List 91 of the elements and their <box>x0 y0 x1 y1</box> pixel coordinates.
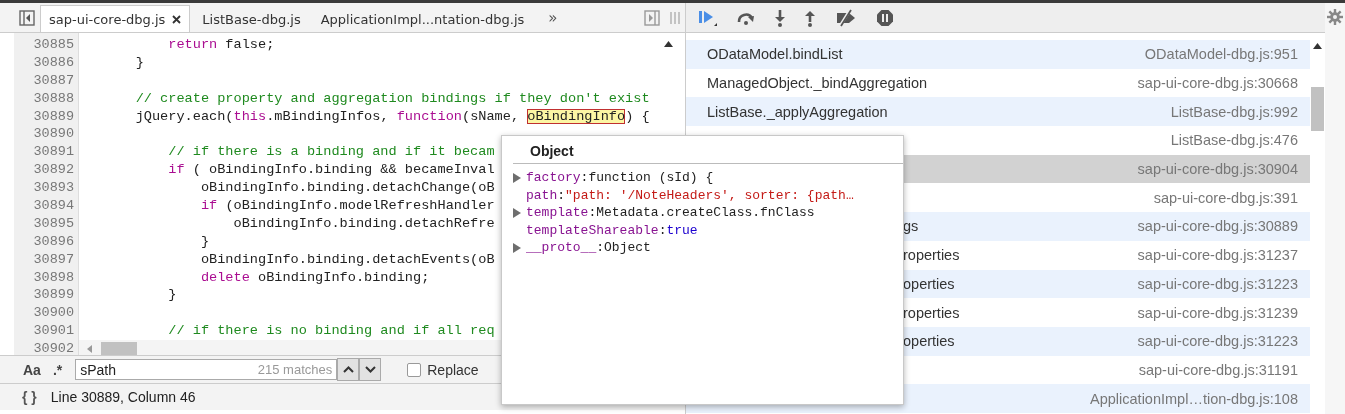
previous-match-button[interactable] <box>337 358 360 381</box>
code-line: // if there is a binding and if it becam <box>168 143 495 162</box>
code-line: if (oBindingInfo.modelRefreshHandler <box>200 197 495 215</box>
code-line: } <box>168 286 177 305</box>
close-icon[interactable] <box>172 14 182 24</box>
code-line: } <box>135 53 144 72</box>
frame-location: sap-ui-core-dbg.js:30904 <box>1137 161 1298 178</box>
frame-name: gs <box>903 218 919 235</box>
file-tab[interactable]: ListBase-dbg.js <box>194 6 309 32</box>
frame-location: sap-ui-core-dbg.js:31223 <box>1137 333 1298 350</box>
chevron-up-icon <box>342 366 354 373</box>
code-line: oBindingInfo.binding.detachChange(oB <box>200 179 495 198</box>
code-line: if ( oBindingInfo.binding && becameInval <box>168 161 495 180</box>
code-line: return false; <box>168 36 275 54</box>
expand-triangle-icon[interactable] <box>513 242 521 253</box>
call-frame[interactable]: ODataModel.bindList ODataModel-dbg.js:951 <box>686 40 1310 69</box>
code-line: oBindingInfo.binding.detachEvents(oB <box>200 250 495 269</box>
file-tab[interactable]: sap-ui-core-dbg.js <box>40 5 191 32</box>
line-number: 30886 <box>32 53 75 72</box>
sidebar-toggle-icon[interactable] <box>19 9 35 26</box>
frame-location: ListBase-dbg.js:476 <box>1170 132 1298 149</box>
match-case-toggle[interactable]: Aa <box>20 361 44 378</box>
line-number: 30891 <box>32 143 75 162</box>
expand-triangle-icon[interactable] <box>513 207 521 218</box>
scrollbar-thumb[interactable] <box>1311 87 1324 131</box>
more-tabs-button[interactable]: » <box>536 8 570 27</box>
property-entry: path:"path: '/NoteHeaders', sorter: {path… <box>526 187 854 203</box>
next-match-button[interactable] <box>359 358 382 381</box>
line-number: 30900 <box>32 304 75 323</box>
scroll-up-icon[interactable] <box>1313 43 1322 49</box>
line-number: 30885 <box>32 36 75 54</box>
frame-location: sap-ui-core-dbg.js:31223 <box>1137 275 1298 292</box>
frame-name: operties <box>903 333 955 350</box>
call-frame[interactable]: ListBase._applyAggregation ListBase-dbg.js:992 <box>686 97 1310 127</box>
settings-icon[interactable] <box>1327 7 1343 27</box>
scrollbar-thumb[interactable] <box>101 342 137 355</box>
property-entry: __proto__:Object <box>526 240 651 256</box>
line-number: 30897 <box>32 250 75 269</box>
frame-name: roperties <box>903 304 960 321</box>
code-line: // if there is no binding and if all req <box>168 322 495 341</box>
frame-location: ApplicationImpl…tion-dbg.js:108 <box>1090 390 1298 407</box>
line-number: 30892 <box>32 161 75 180</box>
match-count: 215 matches <box>257 362 333 377</box>
frame-name: roperties <box>903 247 960 264</box>
replace-checkbox[interactable] <box>407 362 422 377</box>
step-over-icon[interactable] <box>736 10 756 25</box>
search-field[interactable]: sPath 215 matches <box>75 359 338 380</box>
step-into-icon[interactable] <box>774 8 786 27</box>
frame-name: ODataModel.bindList <box>707 46 843 63</box>
file-tab[interactable]: ApplicationImpl...ntation-dbg.js <box>312 6 533 32</box>
frame-location: sap-ui-core-dbg.js:31237 <box>1137 247 1298 264</box>
line-number: 30894 <box>32 197 75 215</box>
line-number: 30893 <box>32 179 75 197</box>
line-number: 30887 <box>32 71 75 90</box>
line-number: 30889 <box>32 107 75 126</box>
chevron-down-icon <box>364 366 376 373</box>
expand-triangle-icon[interactable] <box>513 172 521 183</box>
code-line: } <box>200 232 210 251</box>
code-line: // create property and aggregation bindings if they don't exist <box>135 89 650 108</box>
line-number: 30902 <box>32 340 75 355</box>
pause-on-exceptions-icon[interactable] <box>876 8 894 27</box>
popover-title: Object <box>529 142 575 161</box>
scroll-up-icon[interactable] <box>664 41 673 47</box>
line-number: 30896 <box>32 232 75 251</box>
regex-toggle[interactable]: .* <box>49 361 66 378</box>
frame-location: ODataModel-dbg.js:951 <box>1144 46 1298 63</box>
frame-name: ManagedObject._bindAggregation <box>707 75 928 92</box>
resume-icon[interactable] <box>698 8 718 27</box>
line-number: 30901 <box>32 322 75 341</box>
frame-location: sap-ui-core-dbg.js:31239 <box>1137 304 1298 321</box>
panel-toggle-icon[interactable] <box>644 9 660 26</box>
drag-handle-icon[interactable] <box>670 10 680 25</box>
replace-label: Replace <box>427 361 479 378</box>
frame-location: sap-ui-core-dbg.js:30889 <box>1137 218 1298 235</box>
line-number: 30898 <box>32 268 75 287</box>
line-number: 30895 <box>32 214 75 233</box>
frame-location: sap-ui-core-dbg.js:30668 <box>1137 75 1298 92</box>
frame-location: sap-ui-core-dbg.js:31191 <box>1138 361 1298 378</box>
cursor-position: Line 30889, Column 46 <box>50 389 196 405</box>
frame-name: ListBase._applyAggregation <box>707 103 888 120</box>
line-number: 30899 <box>32 286 75 305</box>
code-line: oBindingInfo.binding.detachRefre <box>233 214 495 233</box>
call-frame[interactable]: ManagedObject._bindAggregation sap-ui-core-dbg.js:30668 <box>686 68 1310 98</box>
code-line: delete oBindingInfo.binding; <box>200 268 430 287</box>
frame-name: operties <box>903 275 955 292</box>
scroll-left-icon[interactable] <box>87 345 93 354</box>
pretty-print-button[interactable]: { } <box>22 389 37 405</box>
step-out-icon[interactable] <box>804 8 816 27</box>
line-number: 30890 <box>32 125 75 144</box>
frame-location: ListBase-dbg.js:992 <box>1170 103 1298 120</box>
line-number: 30888 <box>32 89 75 108</box>
